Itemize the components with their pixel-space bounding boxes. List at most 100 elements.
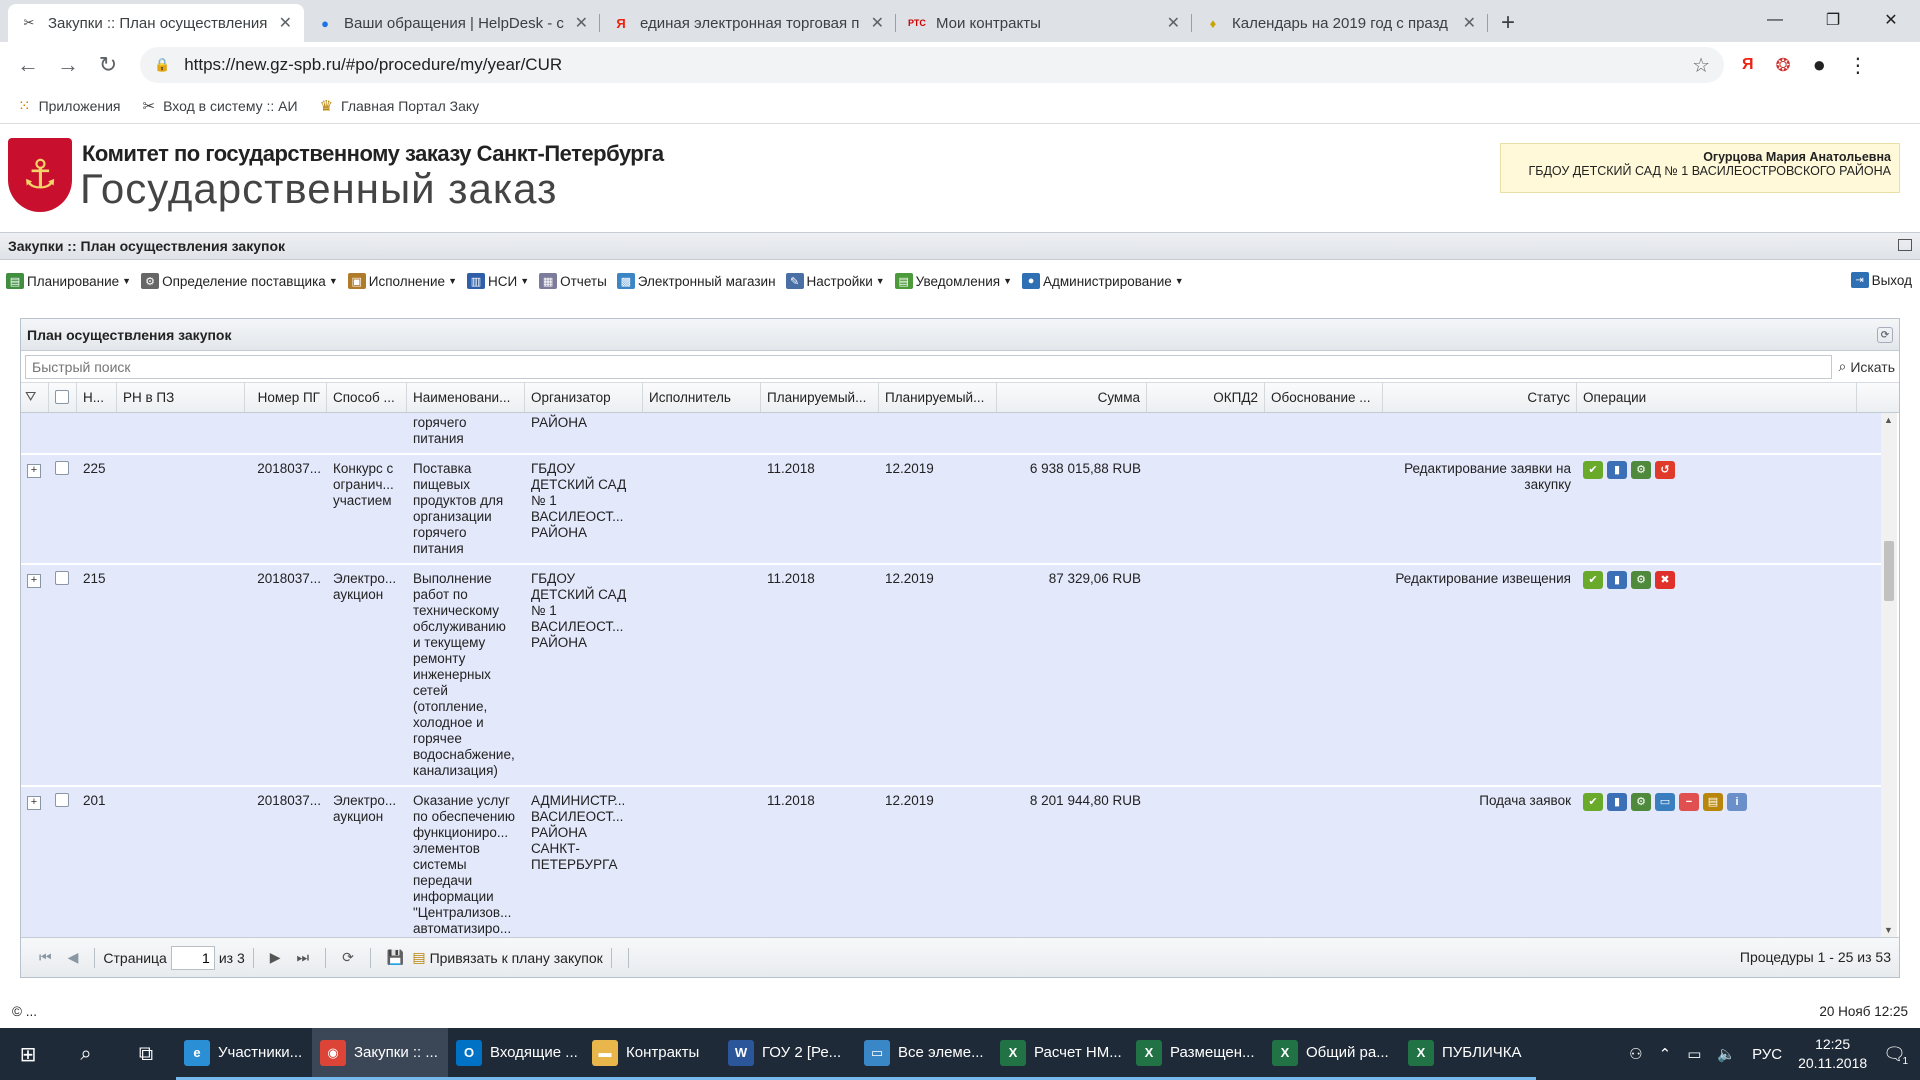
table-row[interactable]: горячего питания РАЙОНА — [21, 413, 1881, 455]
menu-item[interactable]: ● Администрирование ▼ — [1022, 273, 1184, 289]
tray-chevron-icon[interactable]: ⌃ — [1659, 1045, 1672, 1063]
chart-icon[interactable]: ▮ — [1607, 793, 1627, 811]
maximize-icon[interactable]: ❐ — [1804, 0, 1862, 40]
column-header[interactable]: Номер ПГ — [245, 383, 327, 412]
column-header[interactable]: ОКПД2 — [1147, 383, 1265, 412]
filter-icon[interactable]: ⛛ — [25, 389, 36, 404]
bookmark-portal[interactable]: ♛ Главная Портал Заку — [320, 97, 480, 115]
reload-icon[interactable]: ↻ — [88, 52, 128, 78]
taskbar-app[interactable]: ◉ Закупки :: ... — [312, 1028, 448, 1080]
minimize-icon[interactable]: — — [1746, 0, 1804, 40]
approve-icon[interactable]: ✔ — [1583, 461, 1603, 479]
menu-item[interactable]: ✎ Настройки ▼ — [785, 273, 885, 289]
taskbar-app[interactable]: X Общий ра... — [1264, 1028, 1400, 1080]
select-cell[interactable] — [49, 565, 77, 785]
search-button[interactable]: ⌕ Искать — [1838, 358, 1895, 375]
page-number-input[interactable] — [170, 945, 215, 970]
taskbar-app[interactable]: e Участники... — [176, 1028, 312, 1080]
clock[interactable]: 12:25 20.11.2018 — [1798, 1035, 1867, 1073]
forward-icon[interactable]: → — [48, 52, 88, 78]
column-header[interactable]: Планируемый... — [761, 383, 879, 412]
bookmark-star-icon[interactable]: ☆ — [1692, 53, 1710, 78]
approve-icon[interactable]: ✔ — [1583, 793, 1603, 811]
windows-start-icon[interactable]: ⊞ — [0, 1028, 56, 1080]
menu-item[interactable]: ⚙ Определение поставщика ▼ — [141, 273, 338, 289]
row-checkbox[interactable] — [55, 793, 69, 807]
stop-icon[interactable]: − — [1679, 793, 1699, 811]
table-row[interactable]: +225 2018037... Конкурс с огранич... участ… — [21, 455, 1881, 565]
menu-item[interactable]: ▤ Уведомления ▼ — [894, 273, 1012, 289]
menu-item[interactable]: ▣ Исполнение ▼ — [347, 273, 457, 289]
approve-icon[interactable]: ✔ — [1583, 571, 1603, 589]
settings-icon[interactable]: ⚙ — [1631, 571, 1651, 589]
column-header[interactable]: Обоснование ... — [1265, 383, 1383, 412]
select-all-column[interactable] — [49, 383, 77, 412]
quick-search-input[interactable] — [25, 354, 1833, 379]
chart-icon[interactable]: ▮ — [1607, 571, 1627, 589]
expand-cell[interactable]: + — [21, 787, 49, 937]
scroll-down-icon[interactable]: ▼ — [1884, 925, 1893, 935]
browser-tab[interactable]: ♦ Календарь на 2019 год с празд ✕ — [1192, 4, 1488, 42]
next-page-icon[interactable]: ▶ — [270, 949, 281, 966]
logout-button[interactable]: ⇥ Выход — [1850, 272, 1912, 288]
close-tab-icon[interactable]: ✕ — [279, 13, 292, 33]
address-bar[interactable]: 🔒 https://new.gz-spb.ru/#po/procedure/my… — [140, 47, 1724, 83]
delete-icon[interactable]: ✖ — [1655, 571, 1675, 589]
monitor-icon[interactable]: ▭ — [1655, 793, 1675, 811]
column-header[interactable]: Операции — [1577, 383, 1857, 412]
first-page-icon[interactable]: ⏮ — [39, 949, 52, 966]
filter-clear-column[interactable]: ⛛ — [21, 383, 49, 412]
grid-refresh-icon[interactable]: ⟳ — [1877, 327, 1893, 343]
close-tab-icon[interactable]: ✕ — [1463, 13, 1476, 33]
settings-icon[interactable]: ⚙ — [1631, 793, 1651, 811]
back-icon[interactable]: ← — [8, 52, 48, 78]
notifications-icon[interactable]: 🗨 1 — [1883, 1044, 1908, 1067]
taskbar-app[interactable]: X Размещен... — [1128, 1028, 1264, 1080]
expand-plus-icon[interactable]: + — [27, 464, 41, 478]
link-plan-icon[interactable]: ▤ — [1703, 793, 1723, 811]
lock-icon[interactable]: 🔒 — [154, 57, 170, 73]
extension-icon[interactable]: ❂ — [1776, 55, 1791, 76]
menu-dots-icon[interactable]: ⋮ — [1848, 53, 1868, 78]
collapse-panel-icon[interactable] — [1898, 239, 1912, 251]
row-checkbox[interactable] — [55, 461, 69, 475]
volume-icon[interactable]: 🔈 — [1717, 1045, 1736, 1063]
column-header[interactable]: РН в ПЗ — [117, 383, 245, 412]
yandex-extension-icon[interactable]: Я — [1742, 56, 1754, 74]
save-icon[interactable]: 💾 — [387, 949, 404, 966]
column-header[interactable]: Способ ... — [327, 383, 407, 412]
column-header[interactable]: Исполнитель — [643, 383, 761, 412]
prev-page-icon[interactable]: ◀ — [68, 949, 79, 966]
info-icon[interactable]: i — [1727, 793, 1747, 811]
close-tab-icon[interactable]: ✕ — [575, 13, 588, 33]
menu-item[interactable]: ▤ Планирование ▼ — [6, 273, 131, 289]
table-row[interactable]: +201 2018037... Электро... аукцион Оказание… — [21, 787, 1881, 937]
expand-plus-icon[interactable]: + — [27, 796, 41, 810]
new-tab-button[interactable]: + — [1488, 4, 1528, 42]
bookmark-login[interactable]: ✂ Вход в систему :: АИ — [143, 97, 298, 115]
undo-icon[interactable]: ↺ — [1655, 461, 1675, 479]
table-row[interactable]: +215 2018037... Электро... аукцион Выполнен… — [21, 565, 1881, 787]
input-language[interactable]: РУС — [1752, 1046, 1782, 1063]
row-checkbox[interactable] — [55, 571, 69, 585]
select-all-checkbox[interactable] — [55, 390, 69, 404]
url-text[interactable]: https://new.gz-spb.ru/#po/procedure/my/y… — [184, 55, 1692, 75]
browser-tab[interactable]: ● Ваши обращения | HelpDesk - с ✕ — [304, 4, 600, 42]
taskbar-app[interactable]: X ПУБЛИЧКА — [1400, 1028, 1536, 1080]
column-header[interactable]: Организатор — [525, 383, 643, 412]
expand-plus-icon[interactable]: + — [27, 574, 41, 588]
select-cell[interactable] — [49, 455, 77, 563]
menu-item[interactable]: ▦ Отчеты — [539, 273, 607, 289]
taskbar-app[interactable]: W ГОУ 2 [Ре... — [720, 1028, 856, 1080]
search-icon[interactable]: ⌕ — [56, 1028, 116, 1080]
network-icon[interactable]: ▭ — [1687, 1045, 1701, 1063]
last-page-icon[interactable]: ⏭ — [297, 949, 310, 966]
vertical-scrollbar[interactable]: ▲ ▼ — [1881, 413, 1897, 937]
browser-tab[interactable]: Яединая электронная торговая п ✕ — [600, 4, 896, 42]
column-header[interactable]: Н... — [77, 383, 117, 412]
people-icon[interactable]: ⚇ — [1629, 1045, 1642, 1063]
column-header[interactable]: Сумма — [997, 383, 1147, 412]
refresh-icon[interactable]: ⟳ — [342, 949, 354, 966]
close-window-icon[interactable]: ✕ — [1862, 0, 1920, 40]
chart-icon[interactable]: ▮ — [1607, 461, 1627, 479]
